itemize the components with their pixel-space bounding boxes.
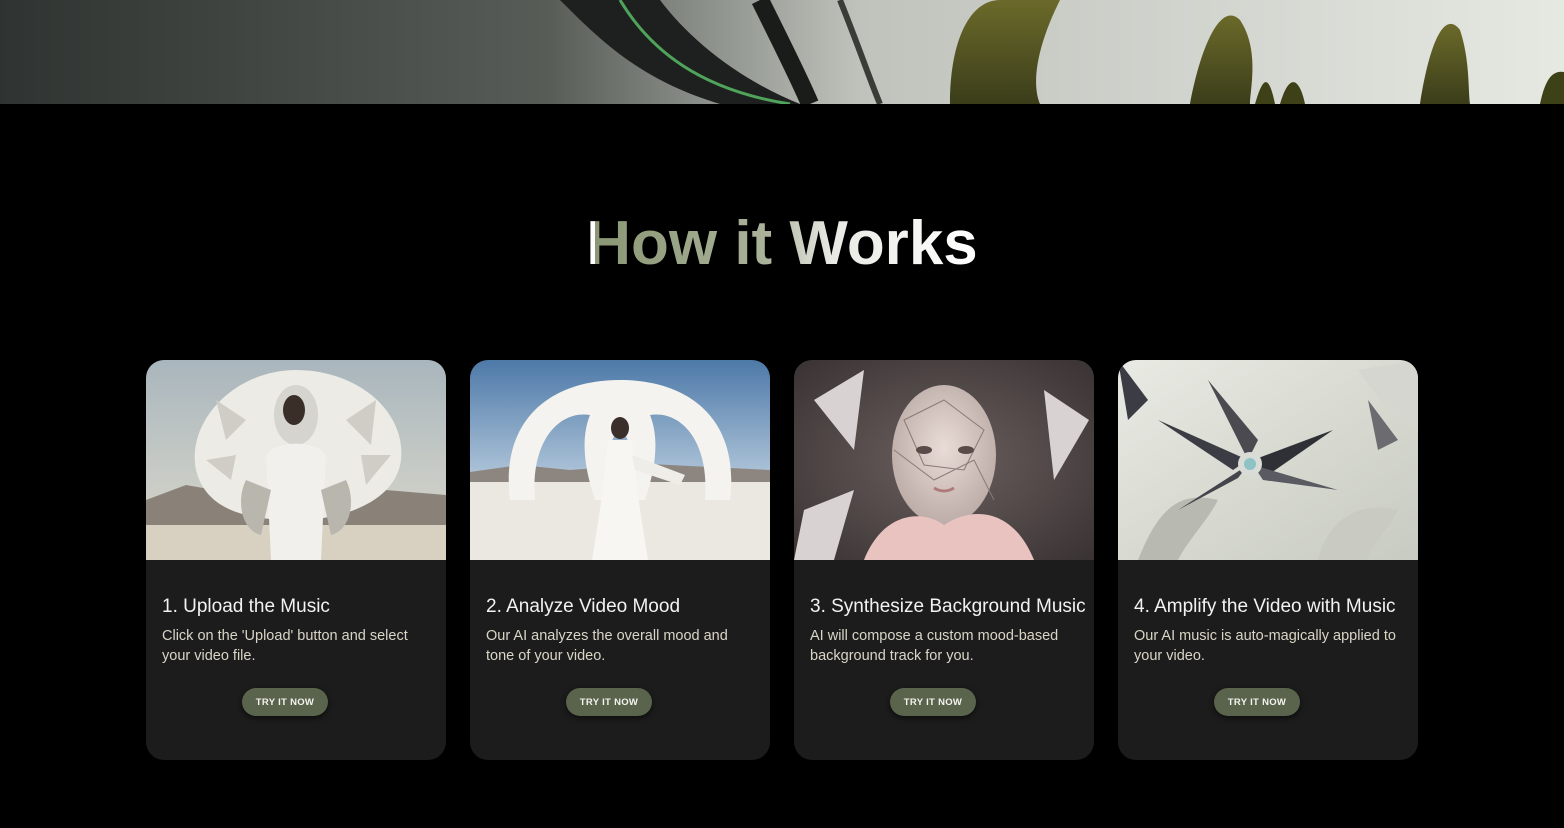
step-card-synthesize: 3. Synthesize Background Music AI will c… [794, 360, 1094, 760]
steps-card-list: 1. Upload the Music Click on the 'Upload… [146, 360, 1418, 760]
step-title: 2. Analyze Video Mood [486, 596, 681, 617]
step-card-amplify: 4. Amplify the Video with Music Our AI m… [1118, 360, 1418, 760]
step-title: 4. Amplify the Video with Music [1134, 596, 1396, 617]
how-it-works-section: How it Works 1. Upload the Music Click o… [0, 104, 1564, 828]
try-it-now-button[interactable]: TRY IT NOW [890, 688, 976, 716]
step-card-analyze: 2. Analyze Video Mood Our AI analyzes th… [470, 360, 770, 760]
try-it-now-button[interactable]: TRY IT NOW [242, 688, 328, 716]
try-it-now-button[interactable]: TRY IT NOW [1214, 688, 1300, 716]
step-description: Our AI analyzes the overall mood and ton… [486, 628, 728, 664]
hero-banner-image [0, 0, 1564, 104]
step-description: Click on the 'Upload' button and select … [162, 628, 408, 664]
step-title: 1. Upload the Music [162, 596, 330, 617]
step-title: 3. Synthesize Background Music [810, 596, 1086, 617]
step-4-image [1118, 360, 1418, 560]
step-description: AI will compose a custom mood-based back… [810, 628, 1059, 664]
section-title: How it Works [0, 206, 1564, 282]
step-description: Our AI music is auto-magically applied t… [1134, 628, 1396, 664]
step-1-image [146, 360, 446, 560]
step-2-image [470, 360, 770, 560]
step-card-upload: 1. Upload the Music Click on the 'Upload… [146, 360, 446, 760]
try-it-now-button[interactable]: TRY IT NOW [566, 688, 652, 716]
step-3-image [794, 360, 1094, 560]
